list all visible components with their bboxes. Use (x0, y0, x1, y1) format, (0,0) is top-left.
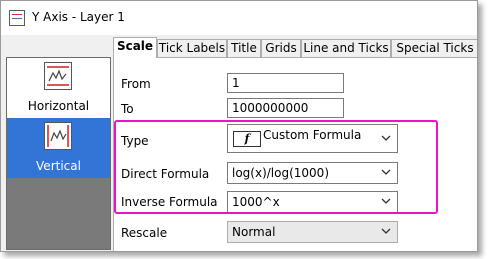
vertical-axis-icon (44, 122, 72, 150)
tab-tick-labels[interactable]: Tick Labels (157, 39, 227, 57)
chevron-down-icon (381, 228, 391, 234)
to-field[interactable]: 1000000000 (227, 98, 344, 118)
from-label: From (121, 77, 151, 91)
tab-special-ticks[interactable]: Special Ticks (391, 39, 477, 57)
sidebar-item-vertical[interactable]: Vertical (7, 118, 110, 178)
chevron-down-icon (381, 169, 391, 175)
type-value: Custom Formula (263, 128, 362, 142)
sidebar-item-horizontal[interactable]: Horizontal (7, 58, 110, 118)
window-title: Y Axis - Layer 1 (32, 10, 125, 24)
title-bar: Y Axis - Layer 1 (1, 1, 477, 35)
inverse-formula-combo[interactable]: 1000^x (227, 191, 398, 213)
from-field[interactable]: 1 (227, 73, 344, 93)
axis-selector-panel: Horizontal Vertical (6, 57, 111, 250)
rescale-select[interactable]: Normal (227, 221, 398, 243)
inverse-formula-label: Inverse Formula (121, 195, 218, 209)
tab-strip: Scale Tick Labels Title Grids Line and T… (113, 37, 477, 58)
to-label: To (121, 102, 134, 116)
rescale-label: Rescale (121, 226, 168, 240)
direct-formula-value: log(x)/log(1000) (232, 166, 329, 180)
type-label: Type (121, 134, 149, 148)
chevron-down-icon (381, 135, 391, 141)
tab-scale[interactable]: Scale (113, 37, 157, 58)
sidebar-item-label: Horizontal (27, 99, 90, 113)
rescale-value: Normal (232, 225, 276, 239)
sidebar-item-label: Vertical (36, 159, 81, 173)
dialog-window: Y Axis - Layer 1 Horizontal Vertical Sca… (0, 0, 478, 252)
inverse-formula-value: 1000^x (232, 195, 280, 209)
app-icon (9, 10, 25, 26)
formula-icon: f (233, 131, 261, 147)
direct-formula-label: Direct Formula (121, 167, 210, 181)
type-select[interactable]: f Custom Formula (227, 124, 398, 153)
tab-line-and-ticks[interactable]: Line and Ticks (301, 39, 391, 57)
tab-title[interactable]: Title (227, 39, 261, 57)
scale-tab-panel: From 1 To 1000000000 Type f Custom Formu… (113, 57, 477, 251)
chevron-down-icon (381, 198, 391, 204)
tab-grids[interactable]: Grids (261, 39, 301, 57)
direct-formula-combo[interactable]: log(x)/log(1000) (227, 162, 398, 184)
horizontal-axis-icon (44, 62, 72, 90)
